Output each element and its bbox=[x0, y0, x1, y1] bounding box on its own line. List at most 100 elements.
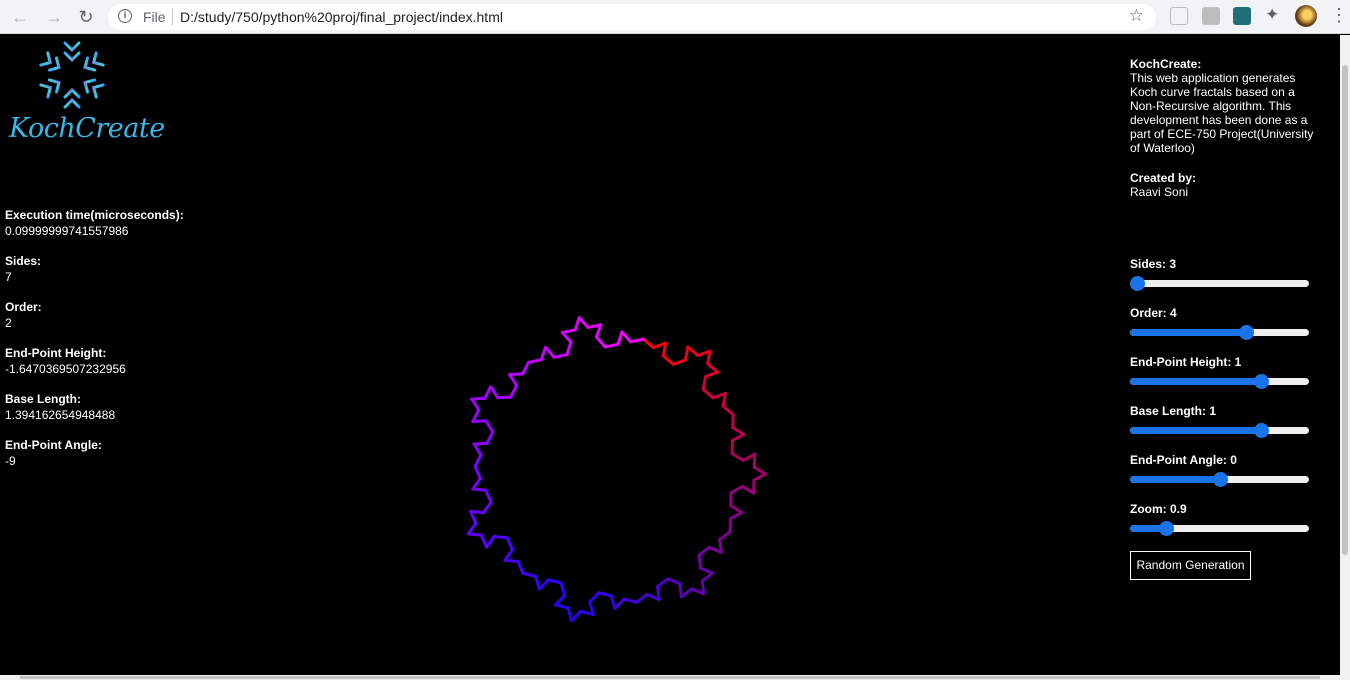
fractal-segment bbox=[552, 353, 569, 359]
fractal-segment bbox=[472, 442, 483, 457]
slider-thumb[interactable] bbox=[1212, 472, 1228, 487]
slider-track[interactable] bbox=[1130, 325, 1309, 340]
fractal-segment bbox=[485, 534, 496, 549]
fractal-segment bbox=[620, 330, 633, 344]
slider-track[interactable] bbox=[1130, 472, 1309, 487]
fractal-segment bbox=[508, 373, 519, 387]
fractal-segment bbox=[570, 609, 583, 623]
stat-label: Execution time(microseconds): bbox=[5, 208, 184, 222]
slider-label: Order: 4 bbox=[1130, 306, 1177, 320]
slider-track[interactable] bbox=[1130, 276, 1309, 291]
fractal-segment bbox=[492, 534, 509, 540]
slider-thumb[interactable] bbox=[1253, 423, 1269, 438]
horizontal-scrollbar[interactable] bbox=[0, 675, 1350, 680]
stat-label: End-Point Height: bbox=[5, 346, 107, 360]
fractal-segment bbox=[471, 476, 482, 491]
slider-end-point-angle[interactable]: End-Point Angle: 0 bbox=[1130, 453, 1310, 502]
scrollbar-thumb[interactable] bbox=[20, 676, 1320, 679]
stat-end-point-angle: End-Point Angle: -9 bbox=[5, 437, 184, 469]
fractal-segment bbox=[752, 472, 767, 482]
stat-value: 7 bbox=[5, 270, 12, 284]
slider-fill bbox=[1130, 427, 1261, 434]
author-name: Raavi Soni bbox=[1130, 185, 1189, 199]
fractal-segment bbox=[527, 358, 543, 364]
scrollbar-thumb[interactable] bbox=[1342, 65, 1348, 555]
address-bar[interactable]: i File D:/study/750/python%20proj/final_… bbox=[108, 4, 1156, 30]
extension-icon[interactable] bbox=[1233, 7, 1251, 25]
slider-thumb[interactable] bbox=[1239, 325, 1255, 340]
fractal-segment bbox=[489, 385, 500, 400]
logo: KochCreate bbox=[5, 35, 165, 153]
fractal-segment bbox=[466, 532, 483, 537]
slider-label: Base Length: 1 bbox=[1130, 404, 1217, 418]
slider-order[interactable]: Order: 4 bbox=[1130, 306, 1310, 355]
slider-track[interactable] bbox=[1130, 521, 1309, 536]
extension-icon[interactable] bbox=[1170, 7, 1188, 25]
fractal-segment bbox=[641, 337, 655, 350]
slider-thumb[interactable] bbox=[1158, 521, 1174, 536]
fractal-segment bbox=[470, 397, 481, 412]
slider-base-length[interactable]: Base Length: 1 bbox=[1130, 404, 1310, 453]
fractal-segment bbox=[661, 354, 675, 366]
slider-end-point-height[interactable]: End-Point Height: 1 bbox=[1130, 355, 1310, 404]
extensions-puzzle-icon[interactable]: ✦ bbox=[1265, 5, 1279, 25]
slider-label: Zoom: 0.9 bbox=[1130, 502, 1187, 516]
menu-kebab-icon[interactable]: ⋮ bbox=[1330, 5, 1348, 26]
stat-label: Base Length: bbox=[5, 392, 82, 406]
fractal-segment bbox=[496, 395, 513, 400]
profile-avatar[interactable] bbox=[1295, 5, 1317, 27]
slider-label: Sides: 3 bbox=[1130, 257, 1177, 271]
slider-thumb[interactable] bbox=[1253, 374, 1269, 389]
fractal-segment bbox=[729, 504, 744, 514]
fractal-segment bbox=[543, 345, 556, 359]
slider-label: End-Point Height: 1 bbox=[1130, 355, 1242, 369]
divider bbox=[172, 9, 173, 25]
stat-value: 0.09999999741557986 bbox=[5, 224, 129, 238]
fractal-segment bbox=[635, 592, 649, 604]
stat-execution-time: Execution time(microseconds): 0.09999999… bbox=[5, 207, 184, 239]
stat-sides: Sides: 7 bbox=[5, 253, 184, 285]
back-arrow-icon[interactable]: ← bbox=[8, 5, 32, 29]
slider-label: End-Point Angle: 0 bbox=[1130, 453, 1237, 467]
slider-track[interactable] bbox=[1130, 423, 1309, 438]
fractal-segment bbox=[473, 465, 482, 480]
fractal-segment bbox=[559, 581, 567, 598]
fractal-segment bbox=[752, 465, 767, 476]
stat-label: Sides: bbox=[5, 254, 42, 268]
fractal-segment bbox=[686, 345, 700, 357]
fractal-segment bbox=[466, 521, 478, 536]
fractal-segment bbox=[521, 571, 538, 579]
reload-icon[interactable]: ↻ bbox=[74, 5, 98, 29]
slider-track[interactable] bbox=[1130, 374, 1309, 389]
credit-label: Created by: bbox=[1130, 171, 1197, 185]
random-generation-button[interactable]: Random Generation bbox=[1130, 551, 1251, 580]
fractal-segment bbox=[566, 606, 574, 623]
fractal-segment bbox=[697, 553, 703, 570]
slider-thumb[interactable] bbox=[1130, 276, 1146, 291]
slider-zoom[interactable]: Zoom: 0.9 bbox=[1130, 502, 1310, 551]
fractal-segment bbox=[597, 591, 613, 598]
fractal-segment bbox=[706, 362, 720, 374]
fractal-segment bbox=[537, 578, 550, 591]
fractal-segment bbox=[741, 484, 756, 495]
slider-fill bbox=[1130, 378, 1261, 385]
bookmark-star-icon[interactable]: ☆ bbox=[1129, 6, 1144, 26]
extension-icon[interactable] bbox=[1202, 7, 1220, 25]
fractal-segment bbox=[509, 383, 519, 399]
fractal-segment bbox=[701, 375, 707, 391]
fractal-segment bbox=[472, 441, 489, 446]
fractal-segment bbox=[729, 484, 745, 495]
fractal-segment bbox=[588, 591, 601, 604]
url-text[interactable]: D:/study/750/python%20proj/final_project… bbox=[180, 9, 503, 25]
fractal-segment bbox=[703, 370, 720, 379]
fractal-segment bbox=[521, 360, 531, 376]
about-title: KochCreate: bbox=[1130, 57, 1202, 71]
fractal-segment bbox=[655, 577, 670, 589]
vertical-scrollbar[interactable] bbox=[1340, 35, 1350, 675]
forward-arrow-icon[interactable]: → bbox=[42, 5, 66, 29]
slider-sides[interactable]: Sides: 3 bbox=[1130, 257, 1310, 306]
info-icon[interactable]: i bbox=[118, 9, 132, 23]
fractal-segment bbox=[560, 331, 573, 344]
fractal-segment bbox=[577, 316, 590, 329]
stat-label: Order: bbox=[5, 300, 42, 314]
